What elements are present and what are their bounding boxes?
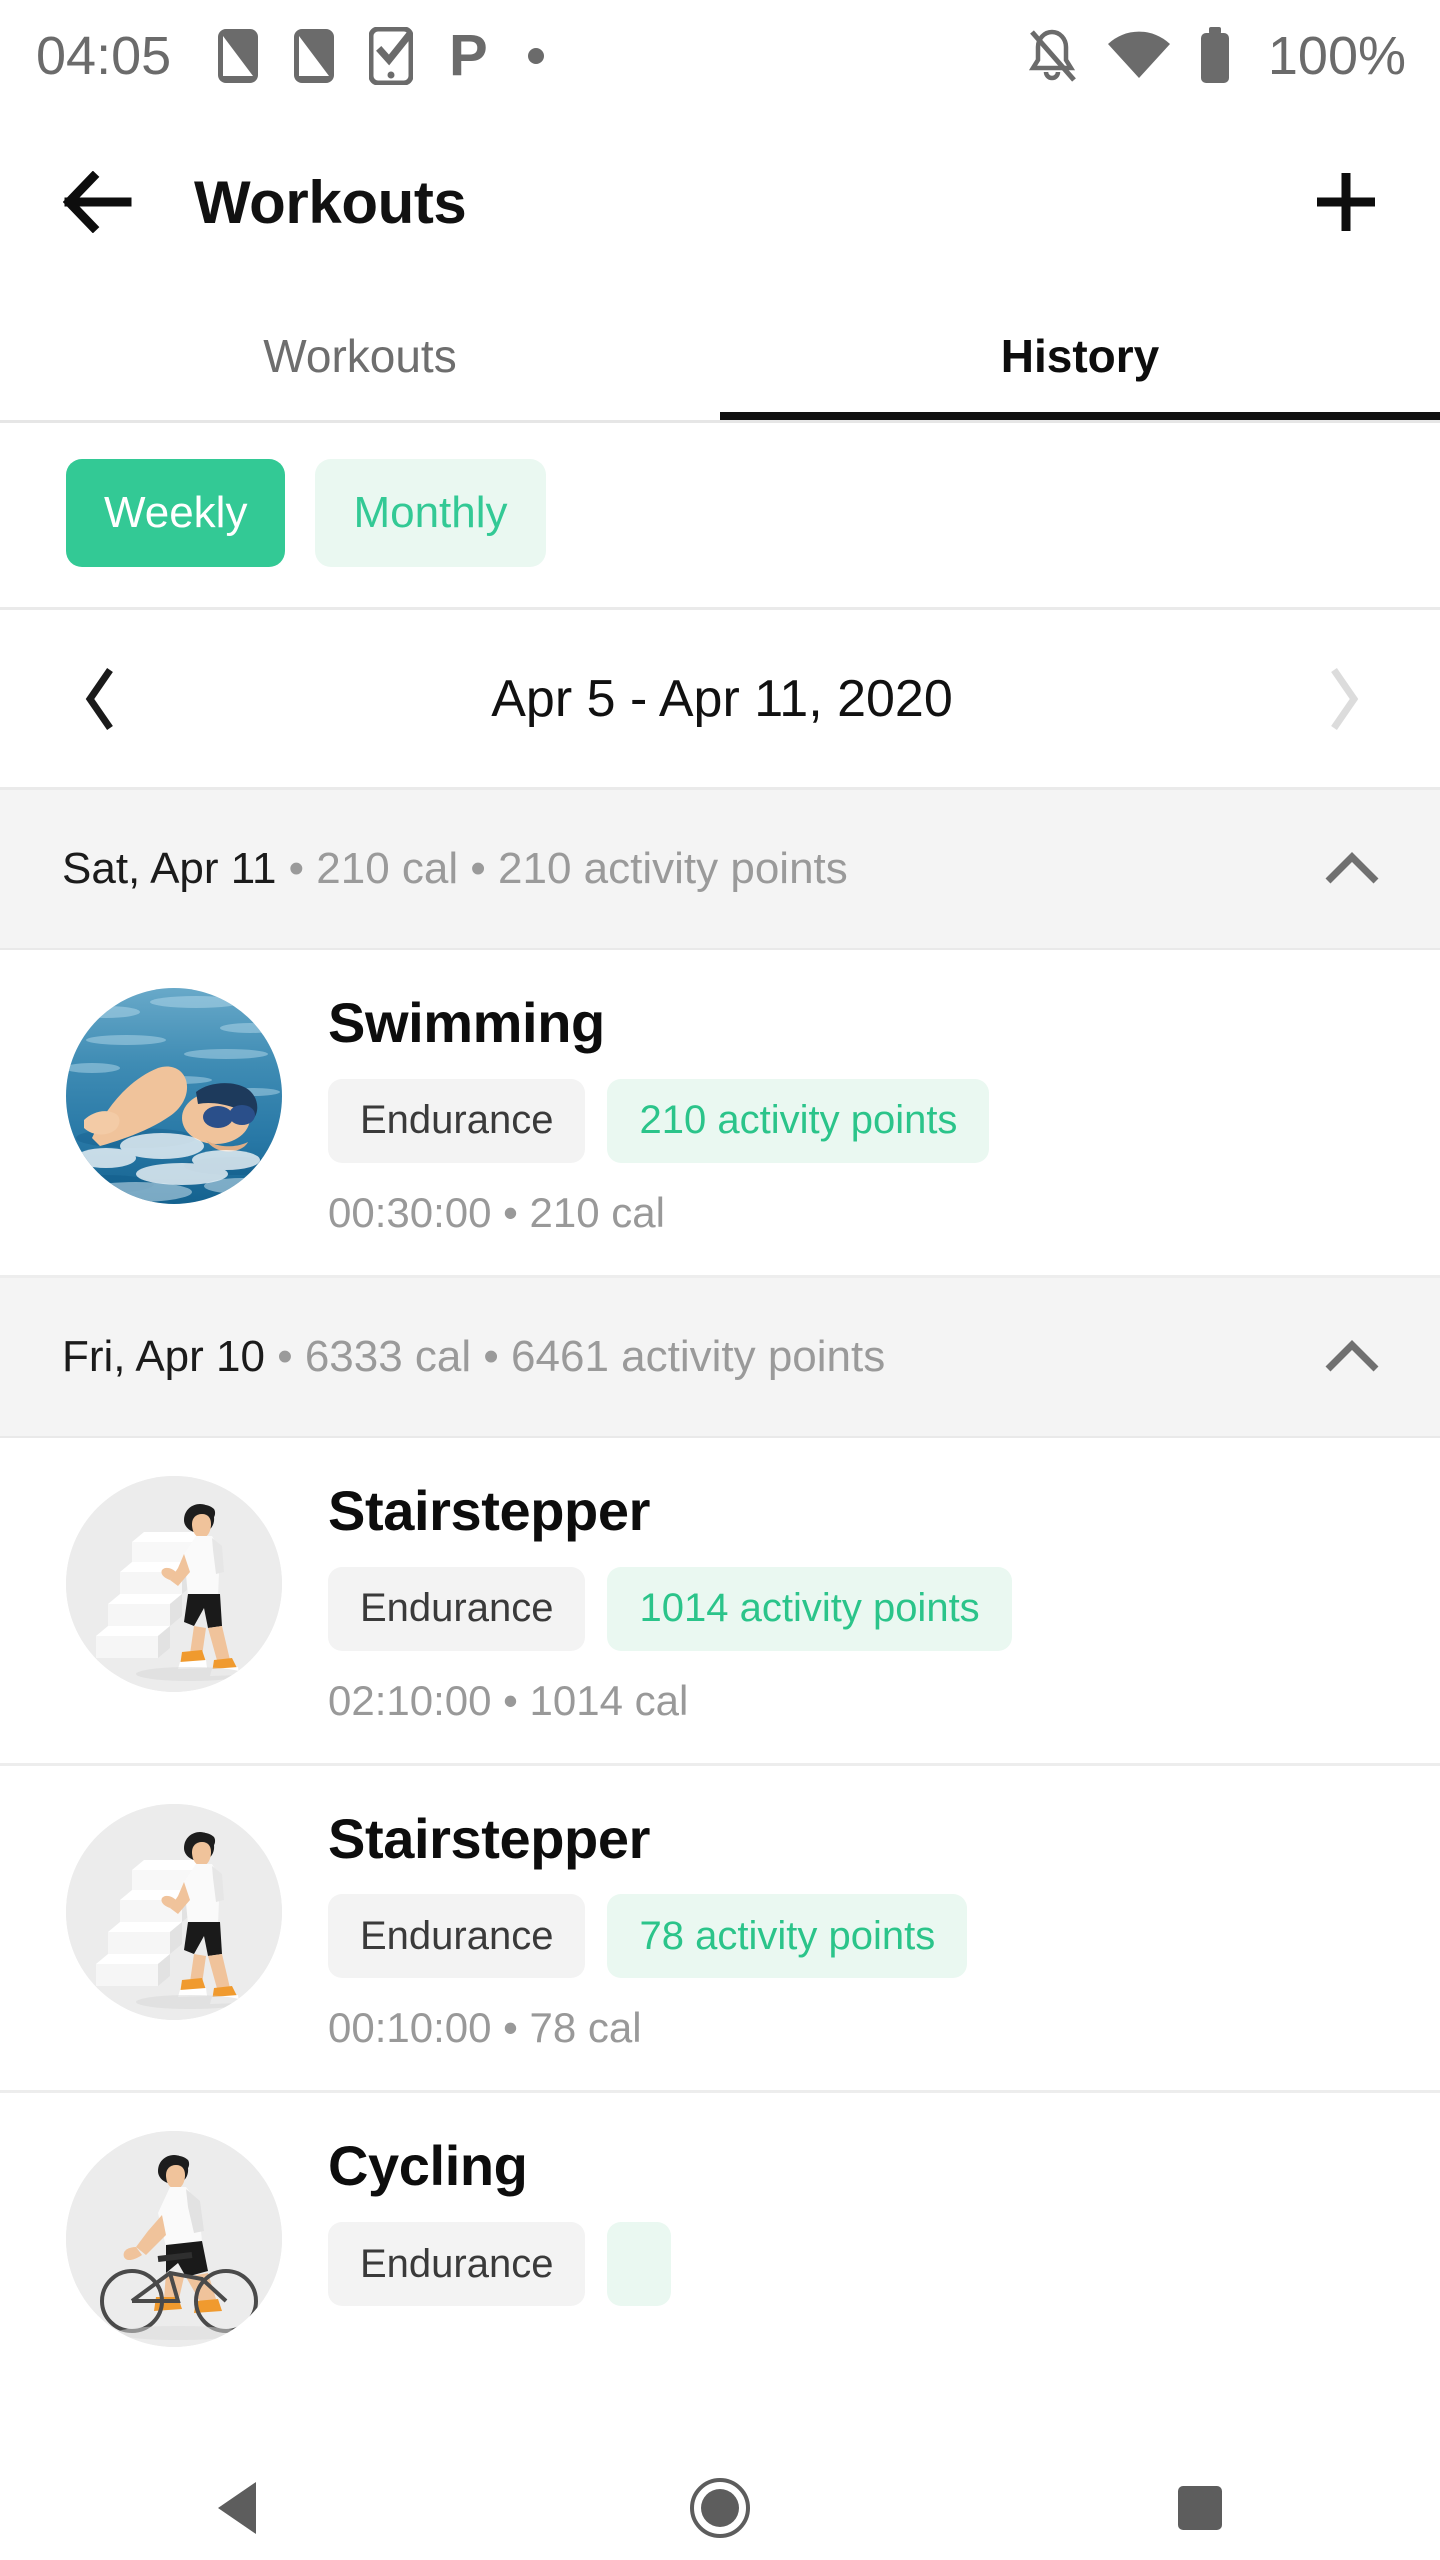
day-date-label: Sat, Apr 11	[62, 844, 277, 893]
add-workout-button[interactable]	[1298, 154, 1394, 250]
workout-row[interactable]: Stairstepper Endurance 1014 activity poi…	[0, 1437, 1440, 1766]
day-header-text: Fri, Apr 10 • 6333 cal • 6461 activity p…	[62, 1332, 1316, 1382]
sim-card-icon	[293, 28, 335, 84]
tasks-check-icon	[369, 27, 414, 85]
plus-icon	[1313, 169, 1379, 235]
arrow-left-icon	[63, 171, 137, 233]
workout-type-chip: Endurance	[328, 1078, 586, 1163]
sim-card-icon	[217, 28, 259, 84]
system-navigation-bar	[0, 2456, 1440, 2560]
workout-name: Swimming	[328, 991, 605, 1054]
date-range-label: Apr 5 - Apr 11, 2020	[491, 669, 953, 728]
workout-points-chip: 210 activity points	[607, 1078, 990, 1163]
workout-type-chip: Endurance	[328, 1566, 586, 1651]
workout-meta: 00:30:00 • 210 cal	[328, 1188, 665, 1236]
chevron-up-icon	[1323, 1338, 1381, 1376]
circle-home-icon	[689, 2477, 751, 2539]
workout-type-chip: Endurance	[328, 1894, 586, 1979]
battery-full-icon	[1198, 27, 1232, 85]
dot-icon	[525, 45, 547, 67]
day-stats-label: • 6333 cal • 6461 activity points	[264, 1331, 886, 1381]
tab-history[interactable]: History	[720, 292, 1440, 420]
day-date-label: Fri, Apr 10	[62, 1331, 265, 1381]
previous-week-button[interactable]	[62, 659, 142, 739]
workout-points-chip: 1014 activity points	[607, 1566, 1012, 1651]
workout-row[interactable]: Swimming Endurance 210 activity points 0…	[0, 950, 1440, 1278]
workout-chips: Endurance 210 activity points	[328, 1078, 1400, 1163]
day-group-header[interactable]: Sat, Apr 11 • 210 cal • 210 activity poi…	[0, 790, 1440, 950]
workout-row[interactable]: Cycling Endurance	[0, 2093, 1440, 2386]
app-bar: Workouts	[0, 112, 1440, 292]
day-stats-label: • 210 cal • 210 activity points	[276, 844, 848, 893]
period-filter: Weekly Monthly	[0, 423, 1440, 610]
battery-percent-label: 100%	[1267, 26, 1406, 86]
svg-text:P: P	[449, 27, 488, 85]
workout-name: Stairstepper	[328, 1806, 650, 1870]
workout-row[interactable]: Stairstepper Endurance 78 activity point…	[0, 1765, 1440, 2094]
workout-type-chip: Endurance	[328, 2222, 586, 2307]
date-range-nav: Apr 5 - Apr 11, 2020	[0, 610, 1440, 790]
status-notification-icons: P	[217, 27, 1024, 85]
chevron-left-icon	[82, 666, 122, 732]
triangle-back-icon	[212, 2478, 268, 2538]
square-recents-icon	[1175, 2483, 1225, 2533]
tab-bar: Workouts History	[0, 292, 1440, 420]
workout-chips: Endurance 1014 activity points	[328, 1566, 1400, 1651]
period-weekly-button[interactable]: Weekly	[66, 459, 286, 567]
workout-name: Stairstepper	[328, 1478, 650, 1542]
status-system-icons: 100%	[1024, 25, 1406, 87]
workout-image-swimming	[66, 988, 282, 1204]
workout-chips: Endurance 78 activity points	[328, 1894, 1400, 1979]
back-button[interactable]	[52, 154, 148, 250]
chevron-right-icon	[1322, 666, 1362, 732]
day-collapse-button[interactable]	[1316, 833, 1388, 905]
workout-meta: 02:10:00 • 1014 cal	[328, 1676, 689, 1724]
chevron-up-icon	[1323, 850, 1381, 888]
page-title: Workouts	[194, 168, 467, 236]
workout-points-chip: 78 activity points	[607, 1894, 968, 1979]
status-time: 04:05	[36, 26, 172, 86]
wifi-icon	[1106, 30, 1172, 82]
nav-recents-button[interactable]	[1120, 2456, 1280, 2560]
workout-chips: Endurance	[328, 2222, 1400, 2307]
workout-details: Swimming Endurance 210 activity points 0…	[328, 988, 1400, 1237]
workout-image-stairstepper	[66, 1803, 282, 2020]
workout-details: Stairstepper Endurance 78 activity point…	[328, 1804, 1400, 2053]
day-header-text: Sat, Apr 11 • 210 cal • 210 activity poi…	[62, 844, 1316, 894]
nav-back-button[interactable]	[160, 2456, 320, 2560]
app-screen: 04:05 P 100% Workouts Workouts History W…	[0, 0, 1440, 2560]
next-week-button[interactable]	[1302, 659, 1382, 739]
workout-image-stairstepper	[66, 1475, 282, 1692]
status-bar: 04:05 P 100%	[0, 0, 1440, 112]
tab-workouts[interactable]: Workouts	[0, 292, 720, 420]
workout-details: Stairstepper Endurance 1014 activity poi…	[328, 1476, 1400, 1725]
parking-p-icon: P	[447, 27, 491, 85]
day-collapse-button[interactable]	[1316, 1321, 1388, 1393]
day-group-header[interactable]: Fri, Apr 10 • 6333 cal • 6461 activity p…	[0, 1277, 1440, 1438]
nav-home-button[interactable]	[640, 2456, 800, 2560]
workout-image-cycling	[66, 2131, 282, 2348]
history-list[interactable]: Sat, Apr 11 • 210 cal • 210 activity poi…	[0, 790, 1440, 2386]
workout-details: Cycling Endurance	[328, 2131, 1400, 2332]
period-monthly-button[interactable]: Monthly	[315, 459, 546, 567]
workout-points-chip	[607, 2222, 672, 2307]
workout-meta: 00:10:00 • 78 cal	[328, 2004, 642, 2052]
workout-name: Cycling	[328, 2134, 528, 2198]
notifications-off-icon	[1024, 26, 1080, 86]
